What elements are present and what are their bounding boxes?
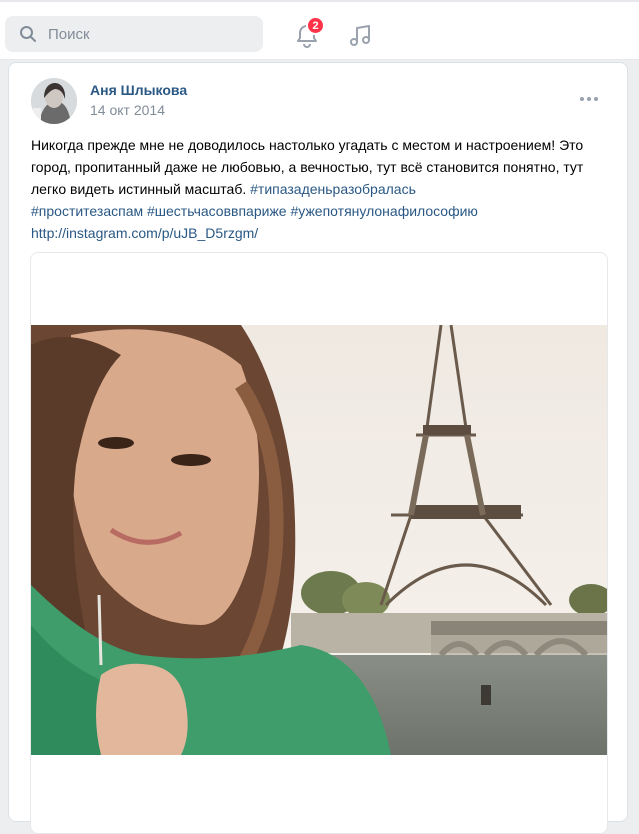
post-text: Никогда прежде мне не доводилось настоль… — [31, 134, 611, 244]
hashtag[interactable]: #проститезаспам — [31, 203, 143, 219]
post-link[interactable]: http://instagram.com/p/uJB_D5rzgm/ — [31, 225, 258, 241]
music-icon[interactable] — [347, 23, 373, 49]
post-card: Аня Шлыкова 14 окт 2014 Никогда прежде м… — [8, 62, 628, 834]
search-icon — [19, 25, 37, 43]
post-photo[interactable] — [31, 324, 607, 755]
hashtag[interactable]: #ужепотянулонафилософию — [291, 203, 478, 219]
more-options-icon[interactable] — [580, 97, 600, 103]
avatar[interactable] — [31, 78, 77, 124]
post-date[interactable]: 14 окт 2014 — [90, 102, 165, 118]
hashtag[interactable]: #типазаденьразобралась — [250, 181, 416, 197]
media-attachment[interactable] — [30, 252, 608, 834]
notifications-badge: 2 — [306, 16, 325, 35]
post-author[interactable]: Аня Шлыкова — [90, 82, 187, 98]
search-box[interactable] — [5, 16, 263, 52]
top-bar: 2 — [0, 0, 639, 60]
hashtag[interactable]: #шестьчасоввпариже — [147, 203, 287, 219]
search-input[interactable] — [46, 24, 250, 44]
